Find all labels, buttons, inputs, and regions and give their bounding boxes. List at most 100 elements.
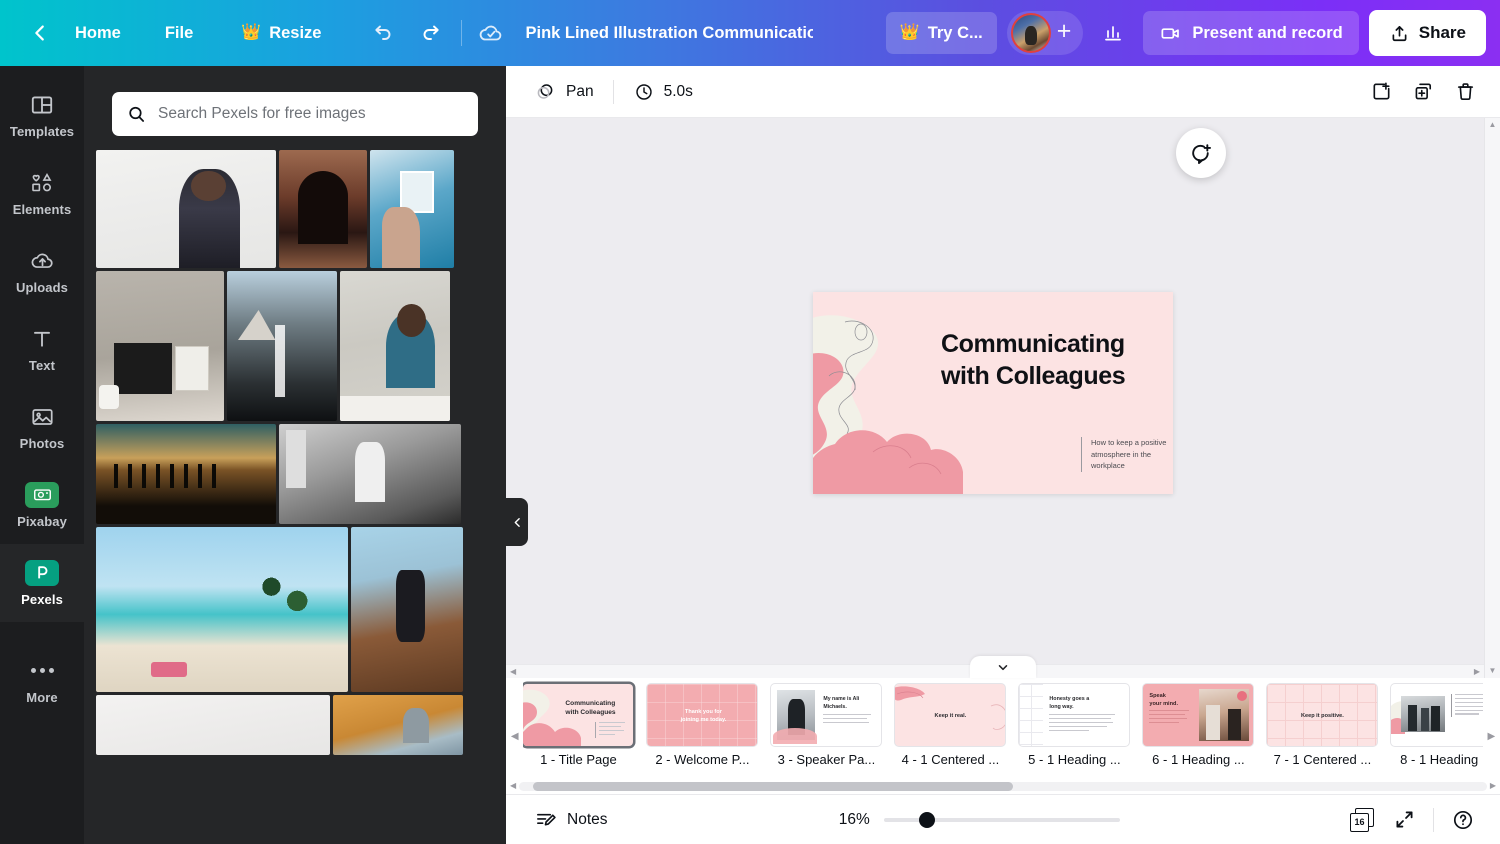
photo-row (96, 271, 494, 421)
thumb-text: Keep it real. (934, 713, 967, 719)
document-title[interactable]: Pink Lined Illustration Communicatio... (513, 12, 813, 54)
thumbs-scroll-left-arrow[interactable]: ◀ (510, 782, 516, 790)
slide-thumbnail-6[interactable]: Speak your mind. 6 - 1 Heading ... (1143, 684, 1254, 767)
pexels-panel (84, 66, 506, 844)
thumbnails-next-button[interactable]: ▶ (1483, 678, 1500, 794)
plus-icon: + (1056, 17, 1072, 45)
sidebar-item-text[interactable]: Text (0, 310, 84, 388)
slide-thumbnail-5[interactable]: Honesty goes a long way. 5 - 1 Heading ..… (1019, 684, 1130, 767)
try-pro-label: Try C... (927, 23, 983, 42)
thumbnails-strip[interactable]: Communicating with Colleagues 1 - Title P… (523, 678, 1483, 794)
photo-thumb-mountain-waterfall[interactable] (227, 271, 337, 421)
thumbnails-horizontal-scrollbar[interactable]: ◀ ▶ (506, 778, 1500, 794)
redo-button[interactable] (410, 12, 454, 54)
sidebar-item-pixabay[interactable]: Pixabay (0, 466, 84, 544)
notes-button[interactable]: Notes (524, 802, 618, 838)
search-box[interactable] (112, 92, 478, 136)
scroll-left-arrow[interactable]: ◀ (510, 667, 516, 676)
photo-thumb-minimal-light-wall[interactable] (96, 695, 330, 755)
sidebar-item-label: Templates (9, 123, 75, 139)
fullscreen-button[interactable] (1383, 800, 1425, 840)
thumb-label: 1 - Title Page (540, 752, 617, 767)
thumbnails-prev-button[interactable]: ◀ (506, 678, 523, 794)
slide-thumbnail-7[interactable]: Keep it positive. 7 - 1 Centered ... (1267, 684, 1378, 767)
duration-button[interactable]: 5.0s (623, 74, 703, 110)
search-input[interactable] (158, 105, 464, 123)
photo-grid[interactable] (84, 150, 506, 844)
sidebar-item-more[interactable]: More (0, 642, 84, 720)
thumbs-scroll-right-arrow[interactable]: ▶ (1490, 782, 1496, 790)
sidebar-item-label: Photos (19, 435, 65, 451)
sidebar-item-elements[interactable]: Elements (0, 154, 84, 232)
thumb-preview (1391, 684, 1483, 746)
resize-button[interactable]: 👑 Resize (228, 12, 334, 54)
photo-thumb-old-fort-tower[interactable] (333, 695, 463, 755)
add-comment-button[interactable] (1176, 128, 1226, 178)
photo-thumb-ornate-doorway-dancer[interactable] (279, 150, 367, 268)
photo-thumb-people-jumping-sunset[interactable] (96, 424, 276, 524)
collaborators-button[interactable]: + (1006, 11, 1084, 55)
sidebar-item-label: More (26, 689, 58, 705)
share-button[interactable]: Share (1368, 10, 1486, 56)
photo-thumb-tropical-beach-palms[interactable] (96, 527, 348, 692)
canvas-area[interactable]: Communicating with Colleagues How to kee… (506, 118, 1500, 678)
insights-button[interactable] (1091, 12, 1135, 54)
slide-thumbnail-4[interactable]: Keep it real. 4 - 1 Centered ... (895, 684, 1006, 767)
add-page-button[interactable] (1360, 72, 1402, 112)
duplicate-page-button[interactable] (1402, 72, 1444, 112)
scroll-right-arrow[interactable]: ▶ (1474, 667, 1480, 676)
sidebar-item-pexels[interactable]: Pexels (0, 544, 84, 622)
photo-thumb-hand-holding-polaroid-sky[interactable] (370, 150, 454, 268)
transition-button[interactable]: Pan (524, 74, 604, 110)
collapse-slide-panel-button[interactable] (970, 656, 1036, 678)
back-button[interactable] (18, 12, 62, 54)
thumb-label: 7 - 1 Centered ... (1273, 752, 1372, 767)
slide-title[interactable]: Communicating with Colleagues (941, 328, 1163, 392)
scroll-up-arrow[interactable]: ▲ (1489, 121, 1497, 129)
sidebar-item-photos[interactable]: Photos (0, 388, 84, 466)
delete-page-button[interactable] (1444, 72, 1486, 112)
home-label: Home (75, 23, 121, 42)
try-pro-button[interactable]: 👑 Try C... (885, 12, 997, 54)
zoom-slider[interactable] (883, 811, 1120, 829)
page-count-button[interactable]: 16 (1341, 800, 1383, 840)
photo-thumb-woman-working-desk[interactable] (340, 271, 450, 421)
thumb-preview: Thank you for joining me today. (647, 684, 758, 746)
present-and-record-button[interactable]: Present and record (1143, 11, 1359, 55)
saved-to-cloud-button[interactable] (469, 12, 513, 54)
thumb-preview: Keep it positive. (1267, 684, 1378, 746)
photo-thumb-dancer-black-white[interactable] (279, 424, 461, 524)
canvas-vertical-scrollbar[interactable]: ▲ ▼ (1484, 118, 1500, 678)
photo-thumb-skateboarder-ramp[interactable] (351, 527, 463, 692)
top-header-bar: Home File 👑 Resize Pink Lined Illustrati… (0, 0, 1500, 66)
chevron-left-icon (35, 25, 44, 41)
help-button[interactable] (1442, 800, 1484, 840)
panel-collapse-button[interactable] (506, 498, 528, 546)
photo-thumb-travel-quote-frame[interactable] (96, 271, 224, 421)
slide-thumbnail-1[interactable]: Communicating with Colleagues 1 - Title P… (523, 684, 634, 767)
slide-thumbnail-3[interactable]: My name is Ali Michaels. 3 - Speaker Pa..… (771, 684, 882, 767)
thumb-text: My name is Ali Michaels. (823, 696, 860, 710)
slide-thumbnail-8[interactable]: 8 - 1 Heading ... (1391, 684, 1483, 767)
sidebar-item-uploads[interactable]: Uploads (0, 232, 84, 310)
home-button[interactable]: Home (62, 12, 134, 54)
scroll-down-arrow[interactable]: ▼ (1489, 667, 1497, 675)
scrollbar-thumb[interactable] (533, 781, 1014, 791)
zoom-slider-knob[interactable] (918, 811, 935, 828)
crown-icon: 👑 (899, 24, 920, 41)
scrollbar-track[interactable] (519, 781, 1487, 791)
trash-icon (1457, 83, 1473, 100)
sidebar-item-templates[interactable]: Templates (0, 76, 84, 154)
sidebar-item-label: Text (28, 357, 56, 373)
undo-button[interactable] (360, 12, 404, 54)
expand-fullscreen-icon (1395, 811, 1413, 828)
duration-label: 5.0s (663, 82, 693, 100)
slide-thumbnail-2[interactable]: Thank you for joining me today. 2 - Welco… (647, 684, 758, 767)
slide-subtitle[interactable]: How to keep a positive atmosphere in the… (1081, 437, 1169, 472)
file-menu-button[interactable]: File (152, 12, 206, 54)
slide-canvas[interactable]: Communicating with Colleagues How to kee… (813, 292, 1173, 494)
photo-thumb-woman-smiling-whiteboard[interactable] (96, 150, 276, 268)
editor-stage: Pan 5.0s Communicating with Colleagues H… (506, 66, 1500, 844)
thumb-label: 6 - 1 Heading ... (1152, 752, 1245, 767)
file-label: File (164, 23, 194, 42)
